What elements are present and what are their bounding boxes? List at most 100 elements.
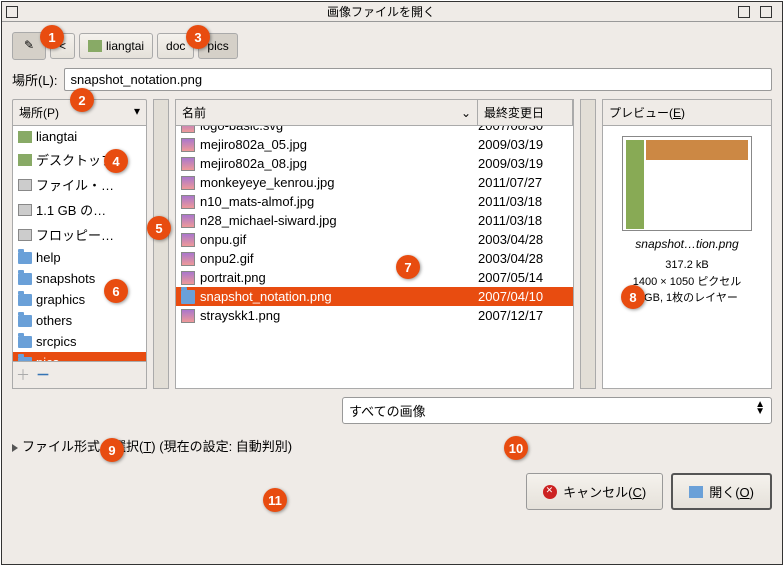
- maximize-icon[interactable]: [738, 6, 750, 18]
- sidebar-item-label: pics: [36, 355, 59, 362]
- file-scrollbar[interactable]: [580, 99, 596, 389]
- file-name: n28_michael-siward.jpg: [200, 213, 478, 228]
- preview-thumbnail: [622, 136, 752, 231]
- callout-4: 4: [104, 149, 128, 173]
- home-icon: [18, 154, 32, 166]
- file-icon: [181, 252, 195, 266]
- file-row[interactable]: onpu.gif2003/04/28: [176, 230, 573, 249]
- sidebar-item-label: help: [36, 250, 61, 265]
- file-icon: [181, 233, 195, 247]
- file-date: 2003/04/28: [478, 251, 568, 266]
- disk-icon: [18, 229, 32, 241]
- open-icon: [689, 486, 703, 498]
- path-seg-home[interactable]: liangtai: [79, 33, 153, 59]
- sidebar-item[interactable]: help: [13, 247, 146, 268]
- file-date: 2009/03/19: [478, 137, 568, 152]
- location-label: 場所(L):: [12, 70, 58, 89]
- file-icon: [181, 126, 195, 133]
- file-row[interactable]: onpu2.gif2003/04/28: [176, 249, 573, 268]
- sidebar-item-label: デスクトップ: [36, 150, 114, 169]
- open-label: 開く(O): [709, 482, 754, 501]
- callout-9: 9: [100, 438, 124, 462]
- col-name[interactable]: 名前⌄: [176, 100, 478, 125]
- sidebar-item-label: others: [36, 313, 72, 328]
- callout-8: 8: [621, 285, 645, 309]
- callout-5: 5: [147, 216, 171, 240]
- file-name: snapshot_notation.png: [200, 289, 478, 304]
- file-date: 2003/04/28: [478, 232, 568, 247]
- file-row[interactable]: snapshot_notation.png2007/04/10: [176, 287, 573, 306]
- filter-select[interactable]: すべての画像 ▲▼: [342, 397, 772, 424]
- file-date: 2011/07/27: [478, 175, 568, 190]
- file-row[interactable]: logo-basic.svg2007/08/30: [176, 126, 573, 135]
- file-list[interactable]: logo-basic.svg2007/08/30mejiro802a_05.jp…: [175, 126, 574, 389]
- file-date: 2007/12/17: [478, 308, 568, 323]
- file-row[interactable]: portrait.png2007/05/14: [176, 268, 573, 287]
- preview-info: 317.2 kB 1400 × 1050 ピクセル RGB, 1枚のレイヤー: [633, 257, 742, 307]
- home-icon: [18, 131, 32, 143]
- sidebar-item[interactable]: others: [13, 310, 146, 331]
- filter-value: すべての画像: [349, 401, 426, 420]
- file-row[interactable]: strayskk1.png2007/12/17: [176, 306, 573, 325]
- sidebar-item-label: srcpics: [36, 334, 76, 349]
- sidebar-item[interactable]: liangtai: [13, 126, 146, 147]
- sort-arrow-icon: ⌄: [461, 106, 471, 120]
- updown-icon: ▲▼: [755, 401, 765, 420]
- sidebar-item[interactable]: pics: [13, 352, 146, 362]
- folder-icon: [18, 294, 32, 306]
- col-date[interactable]: 最終変更日: [478, 100, 573, 125]
- file-row[interactable]: n10_mats-almof.jpg2011/03/18: [176, 192, 573, 211]
- file-name: onpu.gif: [200, 232, 478, 247]
- file-icon: [181, 309, 195, 323]
- remove-bookmark-icon[interactable]: －: [36, 365, 50, 385]
- file-row[interactable]: monkeyeye_kenrou.jpg2011/07/27: [176, 173, 573, 192]
- file-date: 2007/04/10: [478, 289, 568, 304]
- file-name: mejiro802a_08.jpg: [200, 156, 478, 171]
- file-row[interactable]: mejiro802a_08.jpg2009/03/19: [176, 154, 573, 173]
- file-name: logo-basic.svg: [200, 126, 478, 133]
- open-button[interactable]: 開く(O): [671, 473, 772, 510]
- folder-icon: [18, 336, 32, 348]
- window-menu-icon[interactable]: [6, 6, 18, 18]
- sidebar-item-label: 1.1 GB の…: [36, 200, 106, 219]
- file-icon: [181, 176, 195, 190]
- file-date: 2007/08/30: [478, 126, 568, 133]
- cancel-label: キャンセル(C): [563, 482, 646, 501]
- file-icon: [181, 157, 195, 171]
- file-name: strayskk1.png: [200, 308, 478, 323]
- sidebar-scrollbar[interactable]: [153, 99, 169, 389]
- sidebar-item-label: ファイル・…: [36, 175, 114, 194]
- location-input[interactable]: [64, 68, 772, 91]
- file-date: 2011/03/18: [478, 213, 568, 228]
- cancel-button[interactable]: キャンセル(C): [526, 473, 663, 510]
- file-icon: [181, 138, 195, 152]
- preview-body: snapshot…tion.png 317.2 kB 1400 × 1050 ピ…: [602, 126, 772, 389]
- add-bookmark-icon[interactable]: ＋: [16, 365, 30, 385]
- sidebar-item[interactable]: srcpics: [13, 331, 146, 352]
- cancel-icon: [543, 485, 557, 499]
- file-name: n10_mats-almof.jpg: [200, 194, 478, 209]
- triangle-icon: [12, 444, 18, 452]
- file-row[interactable]: mejiro802a_05.jpg2009/03/19: [176, 135, 573, 154]
- folder-icon: [18, 252, 32, 264]
- path-label: liangtai: [106, 39, 144, 53]
- preview-filename: snapshot…tion.png: [635, 237, 738, 251]
- file-row[interactable]: n28_michael-siward.jpg2011/03/18: [176, 211, 573, 230]
- sidebar-item[interactable]: ファイル・…: [13, 172, 146, 197]
- close-icon[interactable]: [760, 6, 772, 18]
- window-title: 画像ファイルを開く: [24, 3, 738, 20]
- file-icon: [181, 195, 195, 209]
- format-expander[interactable]: ファイル形式の選択(T) (現在の設定: 自動判別): [12, 432, 772, 459]
- preview-header: プレビュー(E): [602, 99, 772, 126]
- sidebar-item[interactable]: フロッピー…: [13, 222, 146, 247]
- file-date: 2011/03/18: [478, 194, 568, 209]
- callout-6: 6: [104, 279, 128, 303]
- pathbar: ✎ < liangtai doc pics: [12, 32, 772, 60]
- file-name: onpu2.gif: [200, 251, 478, 266]
- file-name: monkeyeye_kenrou.jpg: [200, 175, 478, 190]
- file-icon: [181, 271, 195, 285]
- sidebar-item-label: graphics: [36, 292, 85, 307]
- sidebar-item[interactable]: 1.1 GB の…: [13, 197, 146, 222]
- titlebar: 画像ファイルを開く: [2, 2, 782, 22]
- folder-icon: [18, 315, 32, 327]
